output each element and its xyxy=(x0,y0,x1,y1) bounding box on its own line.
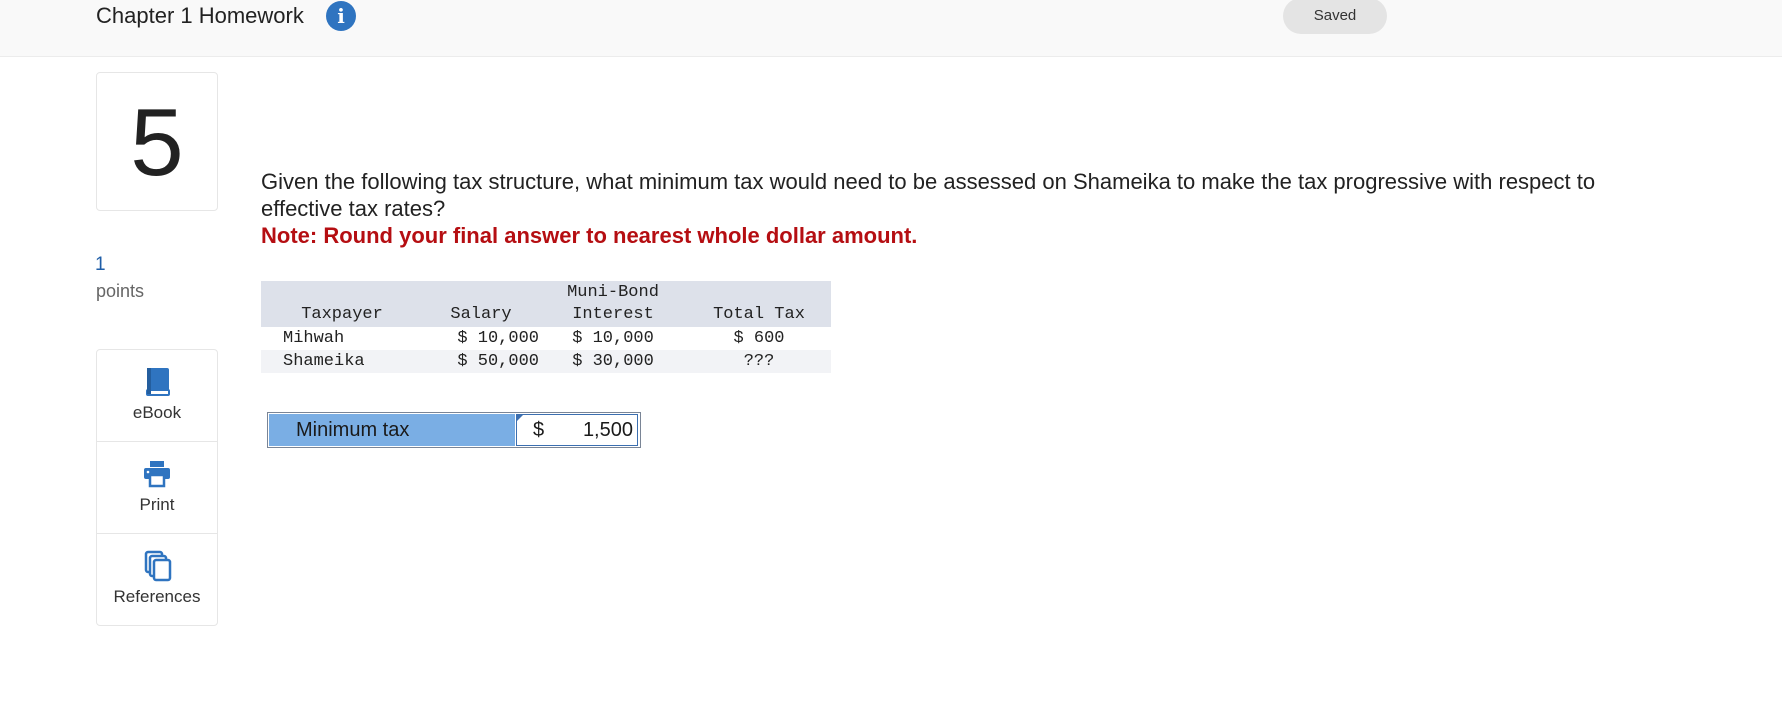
top-bar: Chapter 1 Homework i Saved xyxy=(0,0,1782,57)
input-corner-marker xyxy=(516,414,524,422)
table-header: Muni-Bond Taxpayer Salary Interest Total… xyxy=(261,281,831,327)
printer-icon xyxy=(144,461,170,488)
header-total-tax: Total Tax xyxy=(713,305,805,324)
header-interest: Interest xyxy=(572,305,654,324)
assignment-title: Chapter 1 Homework xyxy=(96,3,304,28)
minimum-tax-label: Minimum tax xyxy=(269,414,515,446)
print-button[interactable]: Print xyxy=(97,442,217,534)
points-value: 1 xyxy=(95,254,106,275)
question-number: 5 xyxy=(130,89,184,196)
currency-symbol: $ xyxy=(533,419,545,441)
table-row: Mihwah $ 10,000 $ 10,000 $ 600 xyxy=(261,327,831,350)
cell-salary: $ 50,000 xyxy=(457,352,539,371)
cell-muni-interest: $ 30,000 xyxy=(572,352,654,371)
table-row: Shameika $ 50,000 $ 30,000 ??? xyxy=(261,350,831,373)
references-button[interactable]: References xyxy=(97,534,217,626)
cell-taxpayer: Mihwah xyxy=(283,329,345,348)
ebook-button[interactable]: eBook xyxy=(97,350,217,442)
saved-status-button[interactable]: Saved xyxy=(1283,0,1387,34)
tools-panel: eBook Print References xyxy=(96,349,218,626)
cell-total-tax: $ 600 xyxy=(733,329,785,348)
answer-row: Minimum tax $ 1,500 xyxy=(267,412,641,448)
cell-total-tax: ??? xyxy=(743,352,775,371)
header-taxpayer: Taxpayer xyxy=(301,305,383,324)
header-muni-bond: Muni-Bond xyxy=(567,283,659,302)
header-salary: Salary xyxy=(450,305,512,324)
documents-icon xyxy=(144,550,172,582)
info-icon[interactable]: i xyxy=(326,1,356,31)
cell-taxpayer: Shameika xyxy=(283,352,365,371)
question-number-box: 5 xyxy=(96,72,218,211)
minimum-tax-input[interactable]: $ 1,500 xyxy=(516,414,638,446)
references-label: References xyxy=(113,587,201,606)
question-prompt: Given the following tax structure, what … xyxy=(261,168,1621,249)
minimum-tax-value[interactable]: 1,500 xyxy=(583,419,633,442)
book-icon xyxy=(146,368,170,396)
question-text: Given the following tax structure, what … xyxy=(261,169,1596,221)
rounding-note: Note: Round your final answer to nearest… xyxy=(261,223,918,248)
tax-structure-table: Muni-Bond Taxpayer Salary Interest Total… xyxy=(261,281,831,373)
cell-salary: $ 10,000 xyxy=(457,329,539,348)
print-label: Print xyxy=(139,495,175,514)
cell-muni-interest: $ 10,000 xyxy=(572,329,654,348)
points-label: points xyxy=(96,281,145,301)
ebook-label: eBook xyxy=(132,403,182,422)
